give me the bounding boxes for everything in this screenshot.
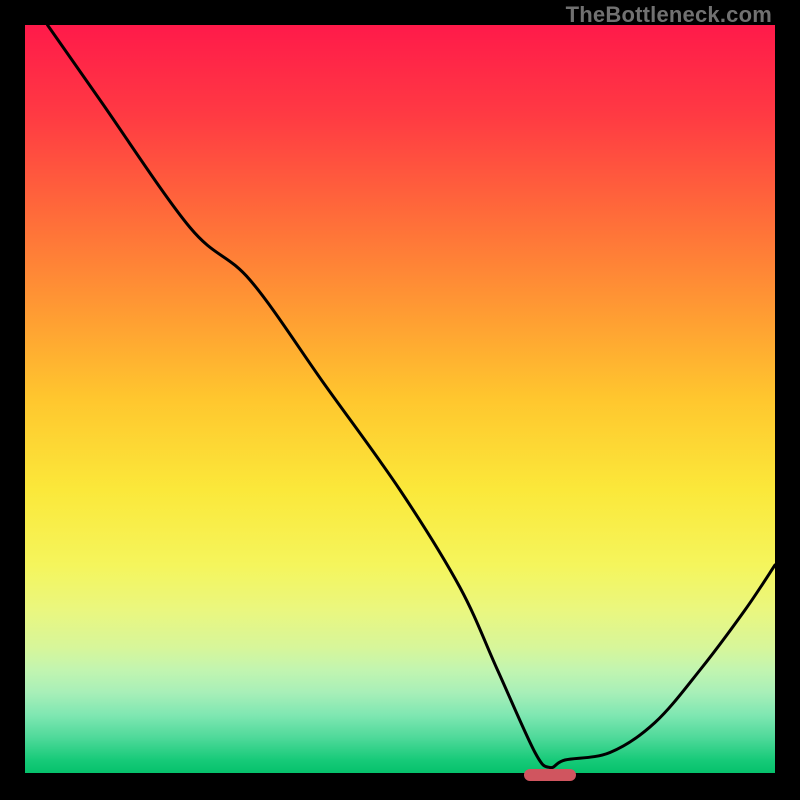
watermark-text: TheBottleneck.com [566,2,772,28]
optimal-marker [524,769,577,781]
plot-area [25,25,775,775]
x-axis-baseline [25,773,775,775]
bottleneck-curve [25,25,775,775]
chart-canvas: TheBottleneck.com [0,0,800,800]
curve-path [48,25,776,768]
